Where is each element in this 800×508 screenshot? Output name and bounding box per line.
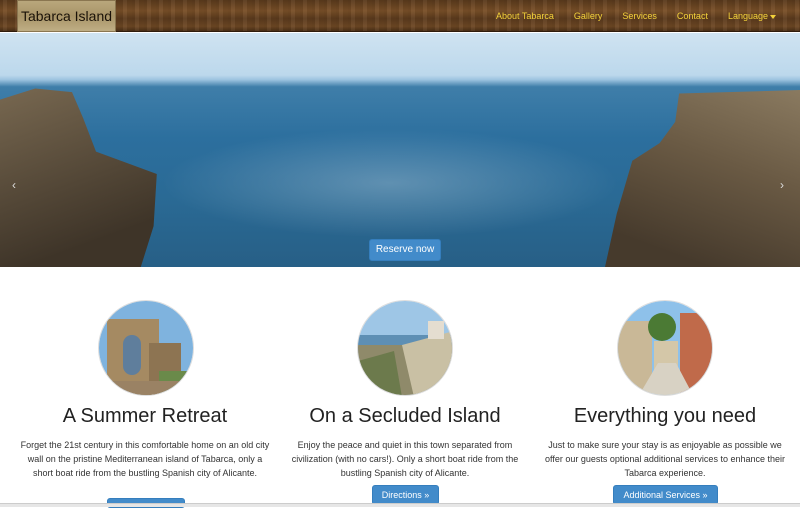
feature-heading: A Summer Retreat bbox=[62, 405, 228, 427]
hero-carousel: ‹ › Reserve now bbox=[0, 33, 800, 267]
feature-text: Enjoy the peace and quiet in this town s… bbox=[291, 440, 519, 478]
cliff-left-image bbox=[0, 88, 157, 267]
sea-glint bbox=[160, 128, 620, 238]
feature-heading: Everything you need bbox=[573, 405, 757, 427]
reserve-now-button[interactable]: Reserve now bbox=[369, 239, 441, 261]
navbar: Tabarca Island About Tabarca Gallery Ser… bbox=[0, 0, 800, 32]
nav-language-label: Language bbox=[727, 11, 768, 21]
feature-heading: On a Secluded Island bbox=[309, 405, 501, 427]
features-section: A Summer Retreat Forget the 21st century… bbox=[0, 268, 800, 508]
chevron-right-icon[interactable]: › bbox=[780, 178, 784, 192]
brand-logo[interactable]: Tabarca Island bbox=[17, 0, 116, 32]
nav-contact[interactable]: Contact bbox=[667, 0, 718, 32]
feature-text: Just to make sure your stay is as enjoya… bbox=[545, 440, 785, 478]
additional-services-button[interactable]: Additional Services » bbox=[613, 485, 718, 505]
nav-gallery[interactable]: Gallery bbox=[564, 0, 613, 32]
chevron-left-icon[interactable]: ‹ bbox=[12, 178, 16, 192]
nav-language-dropdown[interactable]: Language bbox=[718, 0, 786, 32]
caret-down-icon bbox=[770, 14, 776, 19]
directions-button[interactable]: Directions » bbox=[372, 485, 439, 505]
cliff-right-image bbox=[605, 90, 800, 267]
nav-menu: About Tabarca Gallery Services Contact L… bbox=[486, 0, 786, 32]
nav-about[interactable]: About Tabarca bbox=[486, 0, 564, 32]
feature-image-arch bbox=[98, 300, 194, 396]
feature-image-street bbox=[617, 300, 713, 396]
window-scrollbar[interactable] bbox=[0, 503, 800, 507]
nav-services[interactable]: Services bbox=[612, 0, 667, 32]
feature-image-town bbox=[357, 300, 453, 396]
feature-text: Forget the 21st century in this comforta… bbox=[20, 440, 270, 478]
